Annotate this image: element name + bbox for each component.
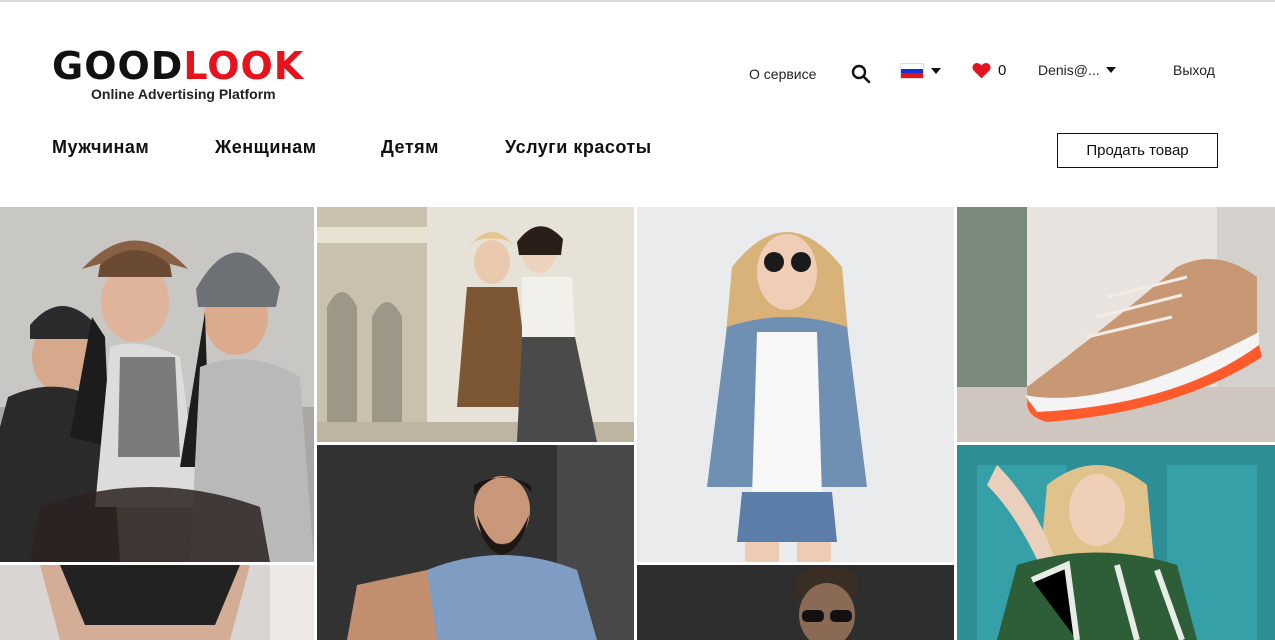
favorites-link[interactable]: 0 [972,62,1006,79]
chevron-down-icon [931,68,941,74]
vintage-women-photo [317,207,634,442]
search-button[interactable] [851,64,871,84]
heart-icon [972,63,991,79]
tile-man-sunglasses[interactable] [637,565,954,640]
language-selector[interactable] [900,63,941,79]
logout-link[interactable]: Выход [1173,62,1215,78]
logo-part-look: LOOK [183,44,305,88]
sell-product-button[interactable]: Продать товар [1057,133,1218,168]
sneaker-photo [957,207,1275,442]
tile-three-women-hats[interactable] [0,207,314,562]
nav-kids[interactable]: Детям [381,137,439,158]
nav-women[interactable]: Женщинам [215,137,317,158]
tile-bearded-man[interactable] [317,445,634,640]
favorites-count: 0 [998,62,1007,79]
about-link[interactable]: О сервисе [749,62,816,86]
three-women-photo [0,207,314,562]
chevron-down-icon [1105,67,1116,73]
logo-wordmark: GOODLOOK [52,44,312,88]
tile-woman-denim-jacket[interactable] [637,207,954,562]
logo-link[interactable]: GOODLOOK Online Advertising Platform [52,44,312,106]
tile-blonde-woman-teal-door[interactable] [957,445,1275,640]
sunglasses-man-photo [637,565,954,640]
logo-tagline: Online Advertising Platform [91,86,276,102]
blonde-woman-photo [957,445,1275,640]
tile-two-women-vintage[interactable] [317,207,634,442]
search-icon [851,64,871,84]
bearded-man-photo [317,445,634,640]
denim-woman-photo [637,207,954,562]
logo-part-good: GOOD [52,44,184,88]
nav-men[interactable]: Мужчинам [52,137,149,158]
user-menu[interactable]: Denis@... [1038,62,1116,78]
user-name: Denis@... [1038,62,1100,78]
top-border [0,0,1275,2]
nav-beauty-services[interactable]: Услуги красоты [505,137,652,158]
lingerie-photo [0,565,314,640]
flag-icon [900,63,924,79]
tile-lace-lingerie[interactable] [0,565,314,640]
tile-sneaker[interactable] [957,207,1275,442]
